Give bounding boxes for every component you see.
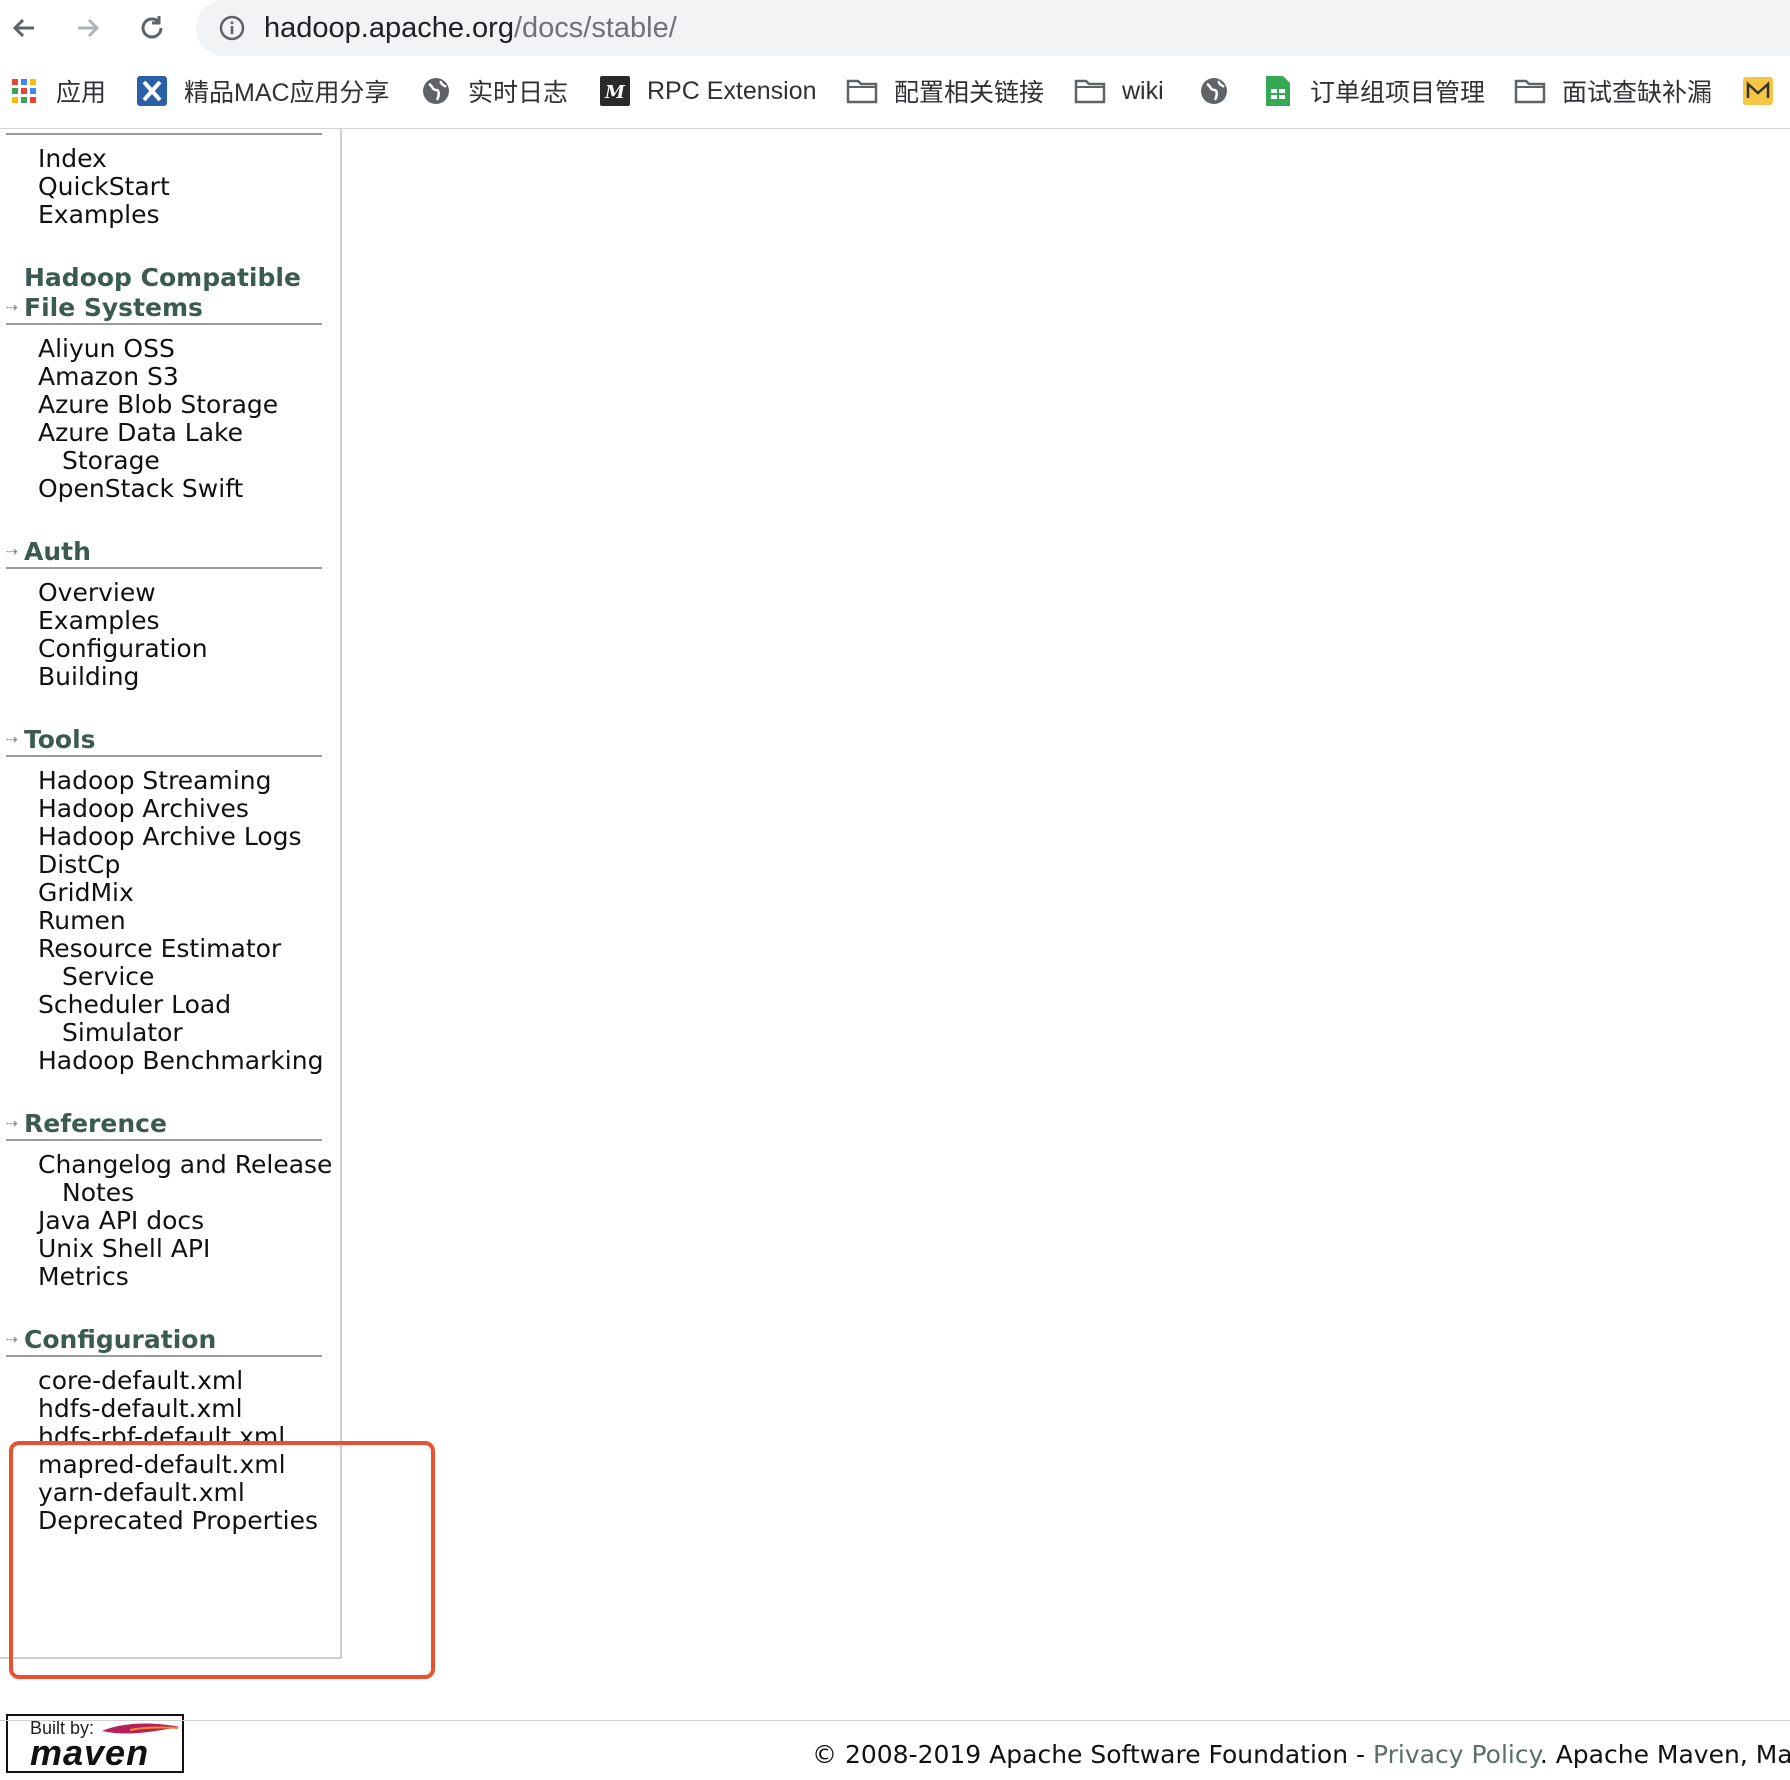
globe-icon	[420, 75, 452, 107]
back-button[interactable]	[4, 8, 44, 48]
nav-link-azure-data-lake[interactable]: Azure Data Lake	[38, 419, 243, 447]
privacy-policy-link[interactable]: Privacy Policy	[1373, 1740, 1540, 1769]
bookmark-interview[interactable]: 面试查缺补漏	[1514, 68, 1712, 114]
nav-link-quickstart[interactable]: QuickStart	[38, 173, 170, 201]
nav-link-changelog-cont[interactable]: Notes	[62, 1179, 134, 1207]
folder-icon	[1074, 75, 1106, 107]
folder-icon	[846, 75, 878, 107]
section-divider	[6, 323, 322, 325]
maven-wordmark: maven	[30, 1732, 150, 1773]
bookmark-label: 面试查缺补漏	[1562, 79, 1713, 107]
bookmark-wiki[interactable]: wiki	[1074, 68, 1164, 114]
section-title-filesystems-line1: Hadoop Compatible	[24, 263, 301, 292]
arrow-right-icon	[78, 18, 100, 38]
nav-link-auth-configuration[interactable]: Configuration	[38, 635, 208, 663]
nav-link-amazon-s3[interactable]: Amazon S3	[38, 363, 179, 391]
nav-link-changelog[interactable]: Changelog and Release	[38, 1151, 332, 1179]
bookmark-order-project[interactable]: 订单组项目管理	[1262, 68, 1485, 114]
reload-button[interactable]	[132, 8, 172, 48]
apps-grid-icon	[8, 75, 40, 107]
browser-toolbar: hadoop.apache.org/docs/stable/	[0, 0, 1790, 58]
sheets-icon	[1262, 75, 1294, 107]
nav-link-distcp[interactable]: DistCp	[38, 851, 120, 879]
configuration-highlight-box	[9, 1441, 435, 1679]
nav-link-hadoop-benchmarking[interactable]: Hadoop Benchmarking	[38, 1047, 323, 1075]
section-arrow-icon: ⇢	[6, 544, 18, 560]
section-divider	[6, 1139, 322, 1141]
section-arrow-icon: ⇢	[6, 1332, 18, 1348]
section-divider	[6, 755, 322, 757]
nav-link-gridmix[interactable]: GridMix	[38, 879, 134, 907]
footer-divider	[0, 1720, 1790, 1721]
nav-link-hdfs-default[interactable]: hdfs-default.xml	[38, 1395, 243, 1423]
nav-link-azure-blob[interactable]: Azure Blob Storage	[38, 391, 278, 419]
section-arrow-icon: ⇢	[6, 732, 18, 748]
url-text[interactable]: hadoop.apache.org/docs/stable/	[264, 12, 677, 45]
nav-link-scheduler-load-cont[interactable]: Simulator	[62, 1019, 183, 1047]
svg-text:M: M	[604, 82, 626, 103]
folder-icon	[1514, 75, 1546, 107]
address-bar[interactable]: hadoop.apache.org/docs/stable/	[196, 0, 1790, 56]
mail-icon	[1742, 75, 1774, 107]
nav-link-auth-examples[interactable]: Examples	[38, 607, 159, 635]
nav-link-hadoop-archive-logs[interactable]: Hadoop Archive Logs	[38, 823, 302, 851]
nav-link-hadoop-streaming[interactable]: Hadoop Streaming	[38, 767, 272, 795]
nav-link-hadoop-archives[interactable]: Hadoop Archives	[38, 795, 249, 823]
section-arrow-icon: ⇢	[6, 300, 18, 316]
reload-icon	[141, 16, 163, 39]
nav-link-resource-estimator[interactable]: Resource Estimator	[38, 935, 281, 963]
url-host: hadoop.apache.org	[264, 12, 514, 44]
footer-rest: . Apache Maven, Mave	[1539, 1740, 1790, 1769]
bookmark-mac-apps[interactable]: 精品MAC应用分享	[136, 68, 390, 114]
m-logo-icon: M	[599, 75, 631, 107]
bookmark-mail[interactable]	[1742, 68, 1790, 114]
nav-link-unix-shell-api[interactable]: Unix Shell API	[38, 1235, 210, 1263]
nav-link-scheduler-load[interactable]: Scheduler Load	[38, 991, 231, 1019]
bookmark-label: 配置相关链接	[894, 79, 1045, 107]
bookmark-config-links[interactable]: 配置相关链接	[846, 68, 1044, 114]
nav-link-auth-overview[interactable]: Overview	[38, 579, 156, 607]
bookmark-label: 精品MAC应用分享	[184, 79, 390, 107]
nav-link-auth-building[interactable]: Building	[38, 663, 139, 691]
bookmark-label: RPC Extension	[647, 76, 817, 105]
arrow-left-icon	[12, 18, 34, 38]
built-by-maven-badge[interactable]: Built by: maven	[6, 1714, 184, 1773]
info-icon[interactable]	[218, 14, 246, 42]
section-title-auth: Auth	[24, 537, 91, 566]
footer-copyright: © 2008-2019 Apache Software Foundation -	[812, 1740, 1373, 1769]
section-divider	[6, 1355, 322, 1357]
nav-link-metrics[interactable]: Metrics	[38, 1263, 129, 1291]
url-path: /docs/stable/	[513, 12, 677, 44]
nav-link-azure-data-lake-cont[interactable]: Storage	[62, 447, 160, 475]
section-title-filesystems-line2: File Systems	[24, 293, 203, 322]
nav-link-resource-estimator-cont[interactable]: Service	[62, 963, 154, 991]
footer: © 2008-2019 Apache Software Foundation -…	[812, 1740, 1790, 1769]
section-title-tools: Tools	[24, 725, 96, 754]
nav-link-java-api-docs[interactable]: Java API docs	[38, 1207, 204, 1235]
bookmark-rpc-extension[interactable]: M RPC Extension	[599, 68, 817, 114]
section-divider	[6, 567, 322, 569]
left-nav-sidebar: Index QuickStart Examples Hadoop Compati…	[0, 129, 435, 1773]
bookmark-label: 订单组项目管理	[1310, 79, 1486, 107]
nav-link-rumen[interactable]: Rumen	[38, 907, 126, 935]
nav-link-index[interactable]: Index	[38, 145, 107, 173]
globe-icon	[1198, 75, 1230, 107]
section-title-reference: Reference	[24, 1109, 167, 1138]
section-arrow-icon: ⇢	[6, 1116, 18, 1132]
bookmark-label: 实时日志	[468, 79, 569, 107]
bookmark-globe[interactable]	[1198, 68, 1246, 114]
forward-button[interactable]	[68, 8, 108, 48]
bookmark-label: wiki	[1122, 76, 1164, 105]
bookmark-realtime-log[interactable]: 实时日志	[420, 68, 568, 114]
bookmark-label: 应用	[56, 79, 107, 107]
section-divider	[6, 133, 322, 135]
nav-link-aliyun-oss[interactable]: Aliyun OSS	[38, 335, 175, 363]
section-title-configuration: Configuration	[24, 1325, 217, 1354]
nav-link-core-default[interactable]: core-default.xml	[38, 1367, 243, 1395]
x-app-icon	[136, 75, 168, 107]
bookmarks-bar: 应用 精品MAC应用分享 实时日志 M RPC Extension 配置相关链接…	[0, 68, 1790, 114]
nav-link-openstack-swift[interactable]: OpenStack Swift	[38, 475, 243, 503]
nav-link-examples[interactable]: Examples	[38, 201, 159, 229]
bookmark-apps[interactable]: 应用	[8, 68, 106, 114]
